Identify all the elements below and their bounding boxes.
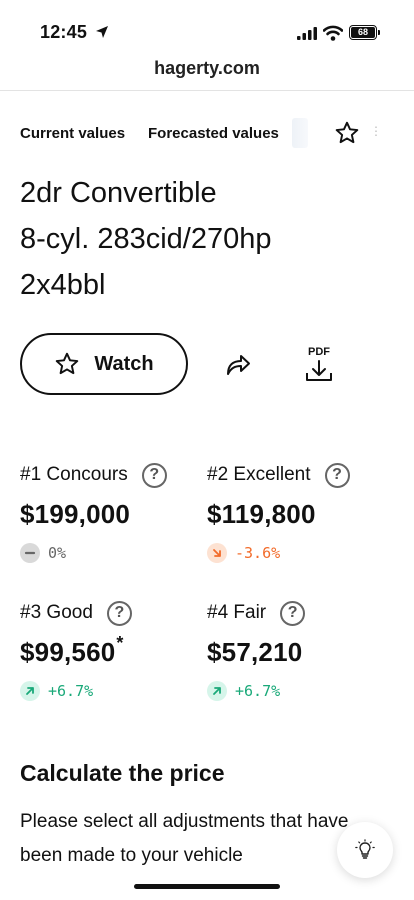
change-percent: 0% [48,544,67,562]
neutral-trend-icon [20,543,40,563]
home-indicator[interactable] [134,884,280,889]
star-icon [56,352,79,375]
value-card-concours: #1 Concours ? $199,000 0% [20,460,200,563]
star-icon[interactable] [334,120,360,146]
divider [0,90,414,91]
download-icon [306,360,332,381]
battery-tip [378,30,380,35]
pdf-download-button[interactable]: PDF [302,346,336,382]
status-bar: 12:45 68 [0,0,414,54]
trend-up-icon [207,681,227,701]
vehicle-title-line: 2x4bbl [20,269,106,301]
trend-up-icon [20,681,40,701]
change-percent: +6.7% [235,682,281,700]
tips-button[interactable] [337,822,393,878]
condition-price: $57,210 [207,637,387,668]
value-tabs: Current values Forecasted values ⋮ [20,118,414,148]
condition-price: $119,800 [207,499,387,530]
value-card-excellent: #2 Excellent ? $119,800 -3.6% [207,460,387,563]
condition-label: #3 Good [20,602,93,623]
vehicle-title: 2dr Convertible 8-cyl. 283cid/270hp 2x4b… [20,170,400,308]
location-arrow-icon [96,26,108,38]
value-card-fair: #4 Fair ? $57,210 +6.7% [207,598,387,701]
price-value: $99,560 [20,637,116,667]
question-icon[interactable]: ? [141,462,167,488]
price-value: $119,800 [207,499,316,529]
change-percent: +6.7% [48,682,94,700]
calculate-description: Please select all adjustments that have … [20,811,349,866]
question-icon[interactable]: ? [280,600,306,626]
change-percent: -3.6% [235,544,281,562]
tab-scroll-fade [292,118,308,148]
tab-overflow-icon: ⋮ [370,124,382,138]
tab-forecasted-values[interactable]: Forecasted values [148,125,279,142]
pdf-label: PDF [308,346,330,358]
battery-level: 68 [351,27,375,38]
condition-label: #2 Excellent [207,464,311,485]
vehicle-title-line: 8-cyl. 283cid/270hp [20,223,272,255]
calculate-heading: Calculate the price [20,760,225,786]
wifi-icon [323,25,343,41]
condition-label: #4 Fair [207,602,267,623]
value-card-good: #3 Good ? $99,560* +6.7% [20,598,200,701]
trend-down-icon [207,543,227,563]
status-time: 12:45 [40,22,88,42]
condition-label: #1 Concours [20,464,128,485]
condition-price: $99,560* [20,633,200,668]
footnote-marker: * [116,633,124,653]
price-value: $57,210 [207,637,303,667]
watch-label: Watch [94,352,154,375]
price-value: $199,000 [20,499,131,529]
battery-icon: 68 [349,25,377,40]
signal-icon [297,27,317,40]
share-icon[interactable] [224,350,252,378]
condition-price: $199,000 [20,499,200,530]
watch-button[interactable]: Watch [20,333,188,395]
question-icon[interactable]: ? [324,462,350,488]
question-icon[interactable]: ? [106,600,132,626]
vehicle-title-line: 2dr Convertible [20,177,217,209]
tab-current-values[interactable]: Current values [20,125,125,142]
url-bar[interactable]: hagerty.com [0,58,414,79]
lightbulb-icon [355,839,375,859]
